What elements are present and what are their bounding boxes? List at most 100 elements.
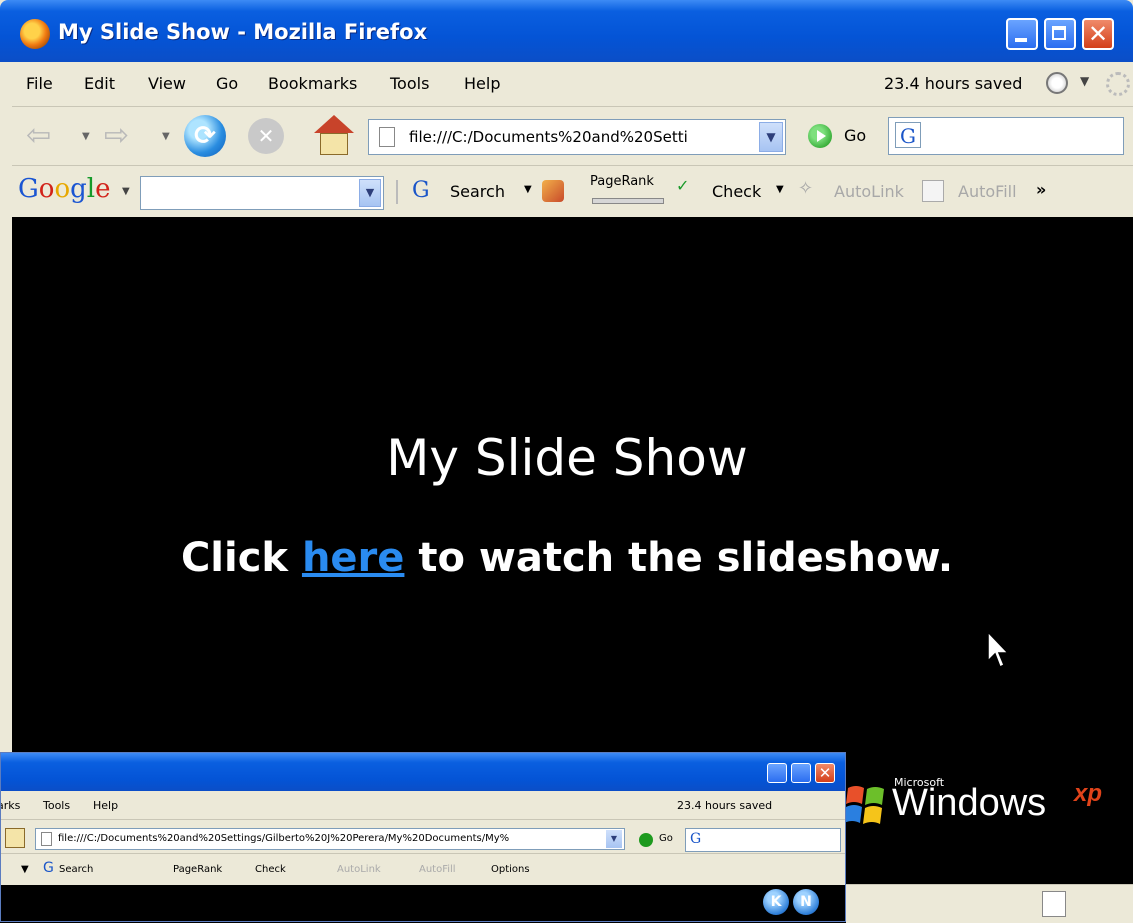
menu-edit[interactable]: Edit xyxy=(84,74,115,93)
menu-bookmarks[interactable]: Bookmarks xyxy=(268,74,357,93)
menu-view[interactable]: View xyxy=(148,74,186,93)
windows-text: Windows xyxy=(892,782,1047,824)
inset-dropdown-icon[interactable]: ▼ xyxy=(21,864,29,875)
inset-hours-saved: 23.4 hours saved xyxy=(677,799,773,812)
close-button[interactable]: ✕ xyxy=(1082,18,1114,50)
status-bar xyxy=(846,884,1133,923)
pagerank-bar xyxy=(592,198,664,204)
toolbar-overflow-button[interactable]: » xyxy=(1036,180,1046,199)
menu-help[interactable]: Help xyxy=(464,74,500,93)
google-search-input[interactable]: ▼ xyxy=(140,176,384,210)
mouse-cursor-icon xyxy=(987,630,1010,671)
page-heading: My Slide Show xyxy=(386,429,748,487)
google-search-icon[interactable]: G xyxy=(895,122,921,148)
search-dropdown[interactable]: ▼ xyxy=(524,184,532,195)
next-slide-button[interactable]: N xyxy=(793,889,819,915)
forward-button[interactable]: ⇨ xyxy=(104,121,138,151)
menu-bar: File Edit View Go Bookmarks Tools Help 2… xyxy=(12,62,1133,107)
windows-flag-icon xyxy=(844,782,886,826)
menu-file[interactable]: File xyxy=(26,74,53,93)
inset-home-icon[interactable] xyxy=(5,828,25,848)
previous-slide-button[interactable]: K xyxy=(763,889,789,915)
edit-page-icon[interactable] xyxy=(1042,891,1066,917)
inset-address-text[interactable]: file:///C:/Documents%20and%20Settings/Gi… xyxy=(58,833,509,844)
google-logo[interactable]: Google xyxy=(18,174,110,204)
autofill-icon[interactable] xyxy=(922,180,944,202)
instruction-prefix: Click xyxy=(180,535,302,581)
autolink-icon[interactable]: ✧ xyxy=(798,178,813,199)
home-icon-body xyxy=(320,133,348,155)
inset-minimize-button[interactable] xyxy=(767,763,787,783)
google-g-icon[interactable]: G xyxy=(412,178,436,204)
check-dropdown[interactable]: ▼ xyxy=(776,184,784,195)
inset-search-button[interactable]: Search xyxy=(59,864,93,875)
inset-menu-bookmarks[interactable]: arks xyxy=(1,799,20,812)
back-history-dropdown[interactable]: ▼ xyxy=(82,131,90,142)
reload-button[interactable]: ⟳ xyxy=(184,115,226,157)
maximize-button[interactable] xyxy=(1044,18,1076,50)
inset-navigation-toolbar: file:///C:/Documents%20and%20Settings/Gi… xyxy=(1,819,845,854)
check-button[interactable]: Check xyxy=(712,182,761,201)
go-icon[interactable] xyxy=(808,124,832,148)
menu-tools[interactable]: Tools xyxy=(390,74,429,93)
autolink-button[interactable]: AutoLink xyxy=(834,182,904,201)
inset-menu-help[interactable]: Help xyxy=(93,799,118,812)
forward-history-dropdown[interactable]: ▼ xyxy=(162,131,170,142)
inset-search-input[interactable]: G xyxy=(685,828,841,852)
firefox-icon xyxy=(20,19,50,49)
home-button[interactable] xyxy=(312,115,356,157)
logo-letter: l xyxy=(86,174,96,204)
inset-autolink-button[interactable]: AutoLink xyxy=(337,864,381,875)
google-search-button[interactable]: Search xyxy=(450,182,505,201)
address-bar[interactable]: file:///C:/Documents%20and%20Setti ▼ xyxy=(368,119,786,155)
navigation-toolbar: ⇦ ▼ ⇨ ▼ ⟳ ✕ file:///C:/Documents%20and%2… xyxy=(12,107,1133,166)
inset-close-button[interactable]: ✕ xyxy=(815,763,835,783)
address-text[interactable]: file:///C:/Documents%20and%20Setti xyxy=(409,128,749,146)
inset-options-button[interactable]: Options xyxy=(491,864,530,875)
xp-text: xp xyxy=(1074,780,1103,807)
inset-google-g-icon[interactable]: G xyxy=(43,860,54,876)
inset-title-bar: ✕ xyxy=(1,753,845,791)
home-icon xyxy=(314,115,354,133)
inset-check-button[interactable]: Check xyxy=(255,864,286,875)
slideshow-link[interactable]: here xyxy=(302,535,404,581)
inset-menu-tools[interactable]: Tools xyxy=(43,799,70,812)
logo-letter: o xyxy=(38,174,55,204)
history-icon[interactable] xyxy=(1046,72,1068,94)
inset-address-dropdown[interactable]: ▼ xyxy=(606,830,622,848)
firefox-window: My Slide Show - Mozilla Firefox ✕ File E… xyxy=(0,0,1133,923)
google-menu-dropdown[interactable]: ▼ xyxy=(122,186,130,197)
logo-letter: o xyxy=(54,174,71,204)
highlight-icon[interactable] xyxy=(542,180,564,202)
search-input[interactable]: G xyxy=(888,117,1124,155)
inset-go-icon[interactable] xyxy=(639,833,653,847)
minimize-button[interactable] xyxy=(1006,18,1038,50)
inset-google-icon: G xyxy=(690,831,702,847)
inset-pagerank-label: PageRank xyxy=(173,864,223,875)
instruction-suffix: to watch the slideshow. xyxy=(404,535,954,581)
inset-maximize-button[interactable] xyxy=(791,763,811,783)
instruction-text: Click here to watch the slideshow. xyxy=(12,535,1122,581)
toolbar-separator xyxy=(396,180,398,204)
inset-address-bar[interactable]: file:///C:/Documents%20and%20Settings/Gi… xyxy=(35,828,625,850)
hours-saved-text: 23.4 hours saved xyxy=(884,74,1023,93)
inset-menu-bar: arks Tools Help 23.4 hours saved xyxy=(1,791,845,819)
logo-letter: e xyxy=(95,174,111,204)
address-dropdown[interactable]: ▼ xyxy=(759,122,783,152)
windows-xp-logo: Microsoft Windows xp xyxy=(844,774,1126,844)
pagerank-label: PageRank xyxy=(590,174,654,189)
go-button[interactable]: Go xyxy=(844,126,866,145)
logo-letter: g xyxy=(70,174,87,204)
back-button[interactable]: ⇦ xyxy=(26,121,60,151)
chevron-down-icon[interactable]: ▼ xyxy=(1080,74,1089,88)
menu-go[interactable]: Go xyxy=(216,74,238,93)
window-title: My Slide Show - Mozilla Firefox xyxy=(58,20,428,44)
autofill-button[interactable]: AutoFill xyxy=(958,182,1017,201)
spellcheck-icon[interactable]: ✓ xyxy=(676,176,689,195)
inset-autofill-button[interactable]: AutoFill xyxy=(419,864,456,875)
google-search-dropdown[interactable]: ▼ xyxy=(359,179,381,207)
logo-letter: G xyxy=(18,174,39,204)
inset-firefox-window: ✕ arks Tools Help 23.4 hours saved file:… xyxy=(0,752,846,922)
stop-button[interactable]: ✕ xyxy=(248,118,284,154)
inset-go-button[interactable]: Go xyxy=(659,833,673,844)
